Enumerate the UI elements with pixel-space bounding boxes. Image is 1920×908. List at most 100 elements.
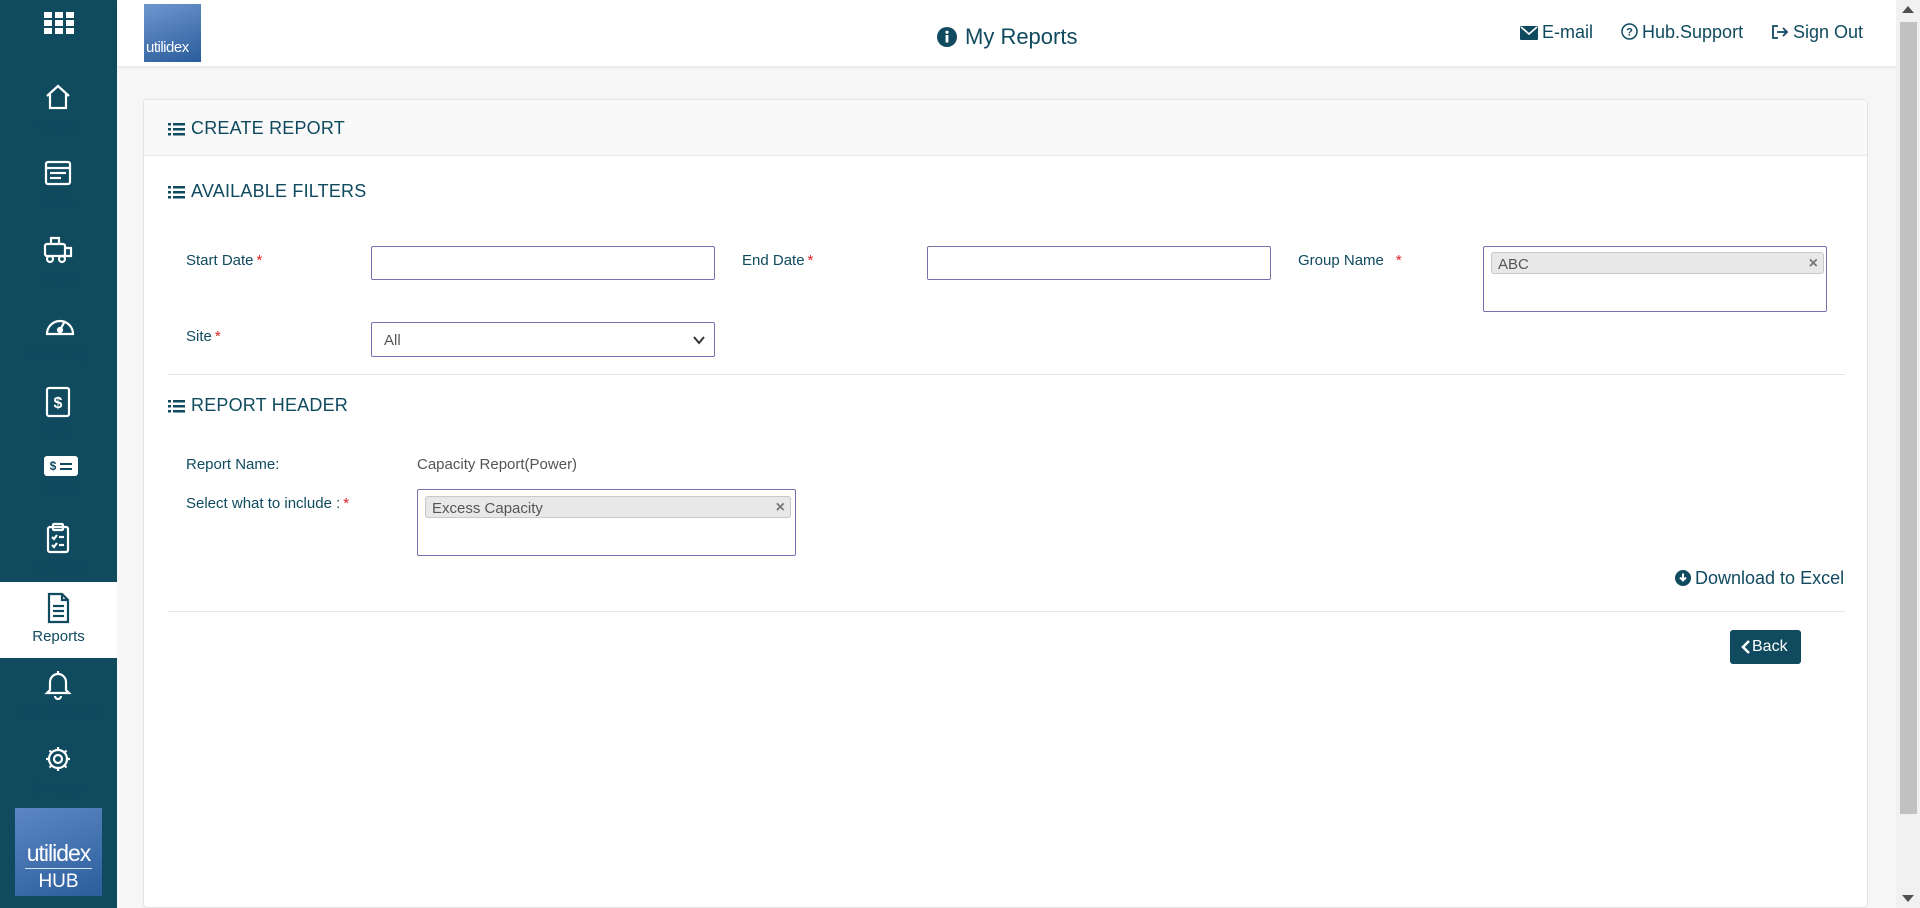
back-button-label: Back bbox=[1752, 638, 1788, 655]
group-tag-label: ABC bbox=[1498, 256, 1529, 273]
logo-text: utilidex bbox=[26, 840, 92, 866]
email-link[interactable]: E-mail bbox=[1520, 22, 1593, 43]
include-tag: Excess Capacity × bbox=[425, 496, 791, 518]
end-date-label-text: End Date bbox=[742, 252, 805, 269]
sidebar-item-label: Metering bbox=[29, 346, 88, 363]
start-date-label-text: Start Date bbox=[186, 252, 254, 269]
sites-icon bbox=[43, 158, 73, 188]
chevron-left-icon bbox=[1741, 640, 1750, 654]
start-date-label: Start Date * bbox=[186, 252, 262, 269]
page-title: My Reports bbox=[937, 24, 1077, 50]
site-select-value: All bbox=[384, 332, 401, 349]
svg-text:$: $ bbox=[54, 395, 63, 412]
download-excel-label: Download to Excel bbox=[1695, 568, 1845, 588]
report-name-value: Capacity Report(Power) bbox=[417, 456, 578, 473]
document-icon bbox=[43, 592, 73, 624]
sidebar-item-reports[interactable]: Reports bbox=[0, 582, 117, 658]
sidebar-item-label: Bills bbox=[44, 422, 73, 439]
group-tag: ABC × bbox=[1491, 252, 1824, 274]
sidebar-item-budgets[interactable]: Budgets bbox=[0, 512, 117, 588]
clipboard-icon bbox=[43, 522, 73, 554]
site-select[interactable]: All bbox=[371, 322, 715, 357]
available-filters-title: AVAILABLE FILTERS bbox=[168, 181, 366, 202]
card-header: CREATE REPORT bbox=[144, 100, 1867, 156]
svg-text:$: $ bbox=[50, 459, 57, 473]
sign-out-link-label: Sign Out bbox=[1793, 22, 1864, 42]
download-circle-icon bbox=[1675, 570, 1691, 586]
section-divider bbox=[168, 611, 1845, 612]
sidebar-item-label: Notifications bbox=[17, 704, 100, 721]
sidebar-item-rates[interactable]: $ Rates bbox=[0, 444, 117, 520]
bill-icon: $ bbox=[43, 386, 73, 418]
group-name-multiselect[interactable]: ABC × bbox=[1483, 246, 1827, 312]
apps-grid-icon[interactable] bbox=[44, 12, 74, 34]
create-report-title: CREATE REPORT bbox=[168, 118, 345, 139]
remove-tag-icon[interactable]: × bbox=[1809, 255, 1818, 273]
scroll-up-arrow-icon[interactable] bbox=[1902, 6, 1914, 13]
sidebar-item-label: Rates bbox=[38, 480, 79, 497]
sidebar-item-notifications[interactable]: Notifications bbox=[0, 658, 117, 734]
page-title-text: My Reports bbox=[965, 24, 1078, 49]
utilidex-hub-logo: utilidex HUB bbox=[15, 808, 102, 896]
include-tag-label: Excess Capacity bbox=[432, 500, 543, 517]
sidebar-item-tasks[interactable]: Tasks bbox=[0, 224, 117, 300]
sidebar-item-label: Reports bbox=[32, 628, 85, 645]
list-icon bbox=[168, 400, 185, 413]
sidebar-item-bills[interactable]: $ Bills bbox=[0, 376, 117, 452]
logo-divider bbox=[25, 868, 92, 869]
list-icon bbox=[168, 123, 185, 136]
report-header-title: REPORT HEADER bbox=[168, 395, 348, 416]
sidebar-item-label: Home bbox=[38, 118, 79, 135]
group-name-label-text: Group Name bbox=[1298, 252, 1384, 269]
sidebar-item-sites[interactable]: Sites bbox=[0, 148, 117, 224]
envelope-icon bbox=[1520, 26, 1538, 40]
scroll-down-arrow-icon[interactable] bbox=[1902, 895, 1914, 902]
available-filters-title-text: AVAILABLE FILTERS bbox=[191, 181, 367, 201]
utilidex-logo[interactable]: utilidex bbox=[144, 4, 201, 62]
logo-subtext: HUB bbox=[38, 871, 79, 892]
sidebar-item-label: Budgets bbox=[30, 558, 87, 575]
group-name-label: Group Name * bbox=[1298, 252, 1402, 269]
top-bar: utilidex My Reports E-mail ? Hub.Support … bbox=[117, 0, 1896, 66]
required-marker: * bbox=[343, 495, 350, 512]
scrollbar-thumb[interactable] bbox=[1900, 22, 1917, 814]
sidebar-item-label: Settings bbox=[31, 780, 86, 797]
required-marker: * bbox=[1395, 252, 1402, 269]
include-multiselect[interactable]: Excess Capacity × bbox=[417, 489, 796, 556]
sign-out-link[interactable]: Sign Out bbox=[1771, 22, 1863, 43]
question-circle-icon: ? bbox=[1621, 23, 1638, 40]
back-button[interactable]: Back bbox=[1730, 630, 1801, 664]
logo-text: utilidex bbox=[146, 39, 189, 56]
sidebar-item-settings[interactable]: Settings bbox=[0, 734, 117, 810]
remove-tag-icon[interactable]: × bbox=[776, 499, 785, 517]
sidebar-item-label: Tasks bbox=[39, 270, 78, 287]
start-date-field[interactable] bbox=[371, 246, 715, 280]
gear-icon bbox=[43, 744, 73, 774]
support-link[interactable]: ? Hub.Support bbox=[1621, 22, 1743, 43]
include-label: Select what to include : * bbox=[186, 495, 349, 512]
vertical-scrollbar[interactable] bbox=[1896, 0, 1920, 908]
create-report-title-text: CREATE REPORT bbox=[191, 118, 345, 138]
svg-text:?: ? bbox=[1626, 27, 1633, 39]
sidebar: Home Sites Tasks Metering $ Bills $ Rate… bbox=[0, 0, 117, 908]
gauge-icon bbox=[43, 310, 75, 340]
sidebar-item-metering[interactable]: Metering bbox=[0, 300, 117, 376]
include-label-text: Select what to include : bbox=[186, 495, 341, 512]
required-marker: * bbox=[807, 252, 814, 269]
support-link-label: Hub.Support bbox=[1642, 22, 1744, 42]
end-date-field[interactable] bbox=[927, 246, 1271, 280]
end-date-label: End Date * bbox=[742, 252, 813, 269]
tasks-icon bbox=[43, 234, 73, 264]
site-label: Site * bbox=[186, 328, 221, 345]
bell-icon bbox=[43, 668, 73, 701]
sidebar-item-home[interactable]: Home bbox=[0, 72, 117, 148]
sidebar-item-label: Sites bbox=[41, 194, 76, 211]
required-marker: * bbox=[256, 252, 263, 269]
section-divider bbox=[168, 374, 1845, 375]
info-icon bbox=[937, 27, 957, 47]
chevron-down-icon bbox=[693, 336, 705, 345]
email-link-label: E-mail bbox=[1542, 22, 1594, 42]
download-excel-link[interactable]: Download to Excel bbox=[1675, 568, 1844, 589]
required-marker: * bbox=[214, 328, 221, 345]
report-name-label: Report Name: bbox=[186, 456, 280, 473]
